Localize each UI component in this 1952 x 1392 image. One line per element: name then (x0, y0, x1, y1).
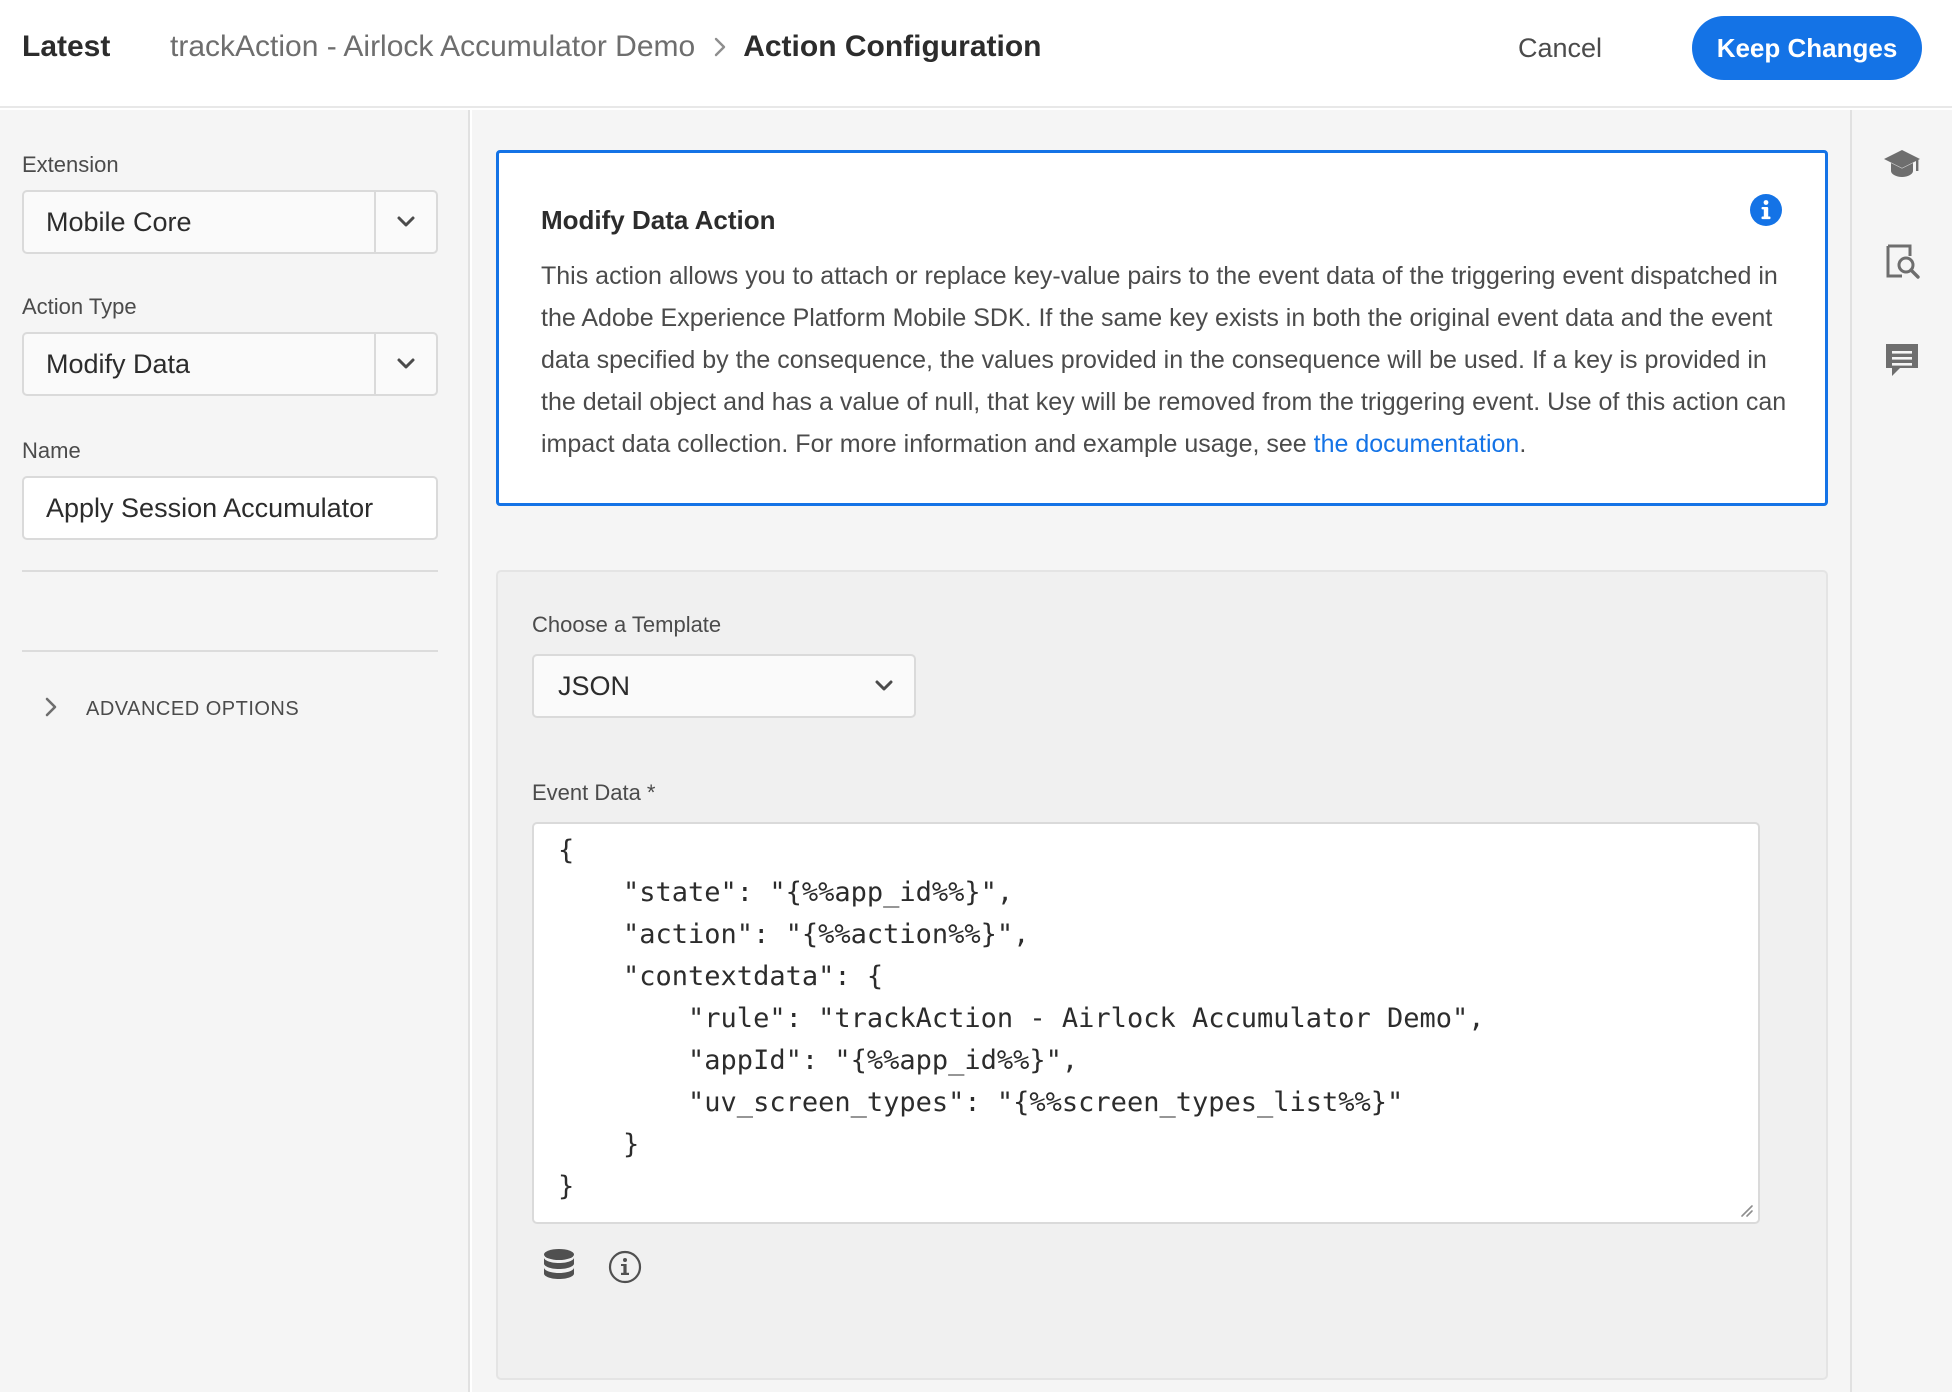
page-title: Action Configuration (743, 30, 1042, 63)
name-input[interactable] (22, 476, 438, 540)
chevron-down-icon[interactable] (374, 192, 436, 252)
action-type-picker[interactable]: Modify Data (22, 332, 438, 396)
advanced-options-label: ADVANCED OPTIONS (86, 698, 300, 720)
breadcrumb-rule-link[interactable]: trackAction - Airlock Accumulator Demo (170, 30, 695, 64)
help-info-icon[interactable] (608, 1250, 642, 1284)
info-card: Modify Data Action This action allows yo… (496, 150, 1828, 506)
data-element-icon[interactable] (542, 1248, 576, 1284)
learn-icon[interactable] (1882, 144, 1922, 184)
code-line: { (558, 835, 575, 866)
info-icon[interactable] (1749, 193, 1783, 227)
code-line: } (558, 1171, 575, 1202)
preview-icon[interactable] (1882, 242, 1922, 282)
code-line: } (558, 1129, 640, 1160)
right-rail (1850, 110, 1952, 1392)
keep-changes-button[interactable]: Keep Changes (1692, 16, 1922, 80)
top-header: Latest trackAction - Airlock Accumulator… (0, 0, 1952, 108)
advanced-options-toggle[interactable]: ADVANCED OPTIONS (44, 696, 299, 723)
extension-picker[interactable]: Mobile Core (22, 190, 438, 254)
divider (22, 650, 438, 652)
template-picker[interactable]: JSON (532, 654, 916, 718)
action-type-value: Modify Data (46, 348, 191, 379)
code-line: "state": "{%%app_id%%}", (558, 877, 1014, 908)
documentation-link[interactable]: the documentation (1314, 430, 1520, 458)
info-description: This action allows you to attach or repl… (541, 255, 1803, 465)
code-line: "rule": "trackAction - Airlock Accumulat… (558, 1003, 1485, 1034)
info-description-text: This action allows you to attach or repl… (541, 262, 1787, 458)
main-content: Modify Data Action This action allows yo… (472, 110, 1850, 1392)
extension-value: Mobile Core (46, 206, 192, 237)
left-sidebar: Extension Mobile Core Action Type Modify… (0, 110, 470, 1392)
code-line: "uv_screen_types": "{%%screen_types_list… (558, 1087, 1404, 1118)
info-title: Modify Data Action (541, 205, 776, 235)
chevron-down-icon[interactable] (374, 334, 436, 394)
chevron-right-icon (713, 36, 727, 58)
latest-label[interactable]: Latest (22, 30, 110, 64)
event-data-label: Event Data (532, 780, 641, 805)
name-label: Name (22, 438, 81, 463)
divider (22, 570, 438, 572)
resize-handle-icon[interactable] (1738, 1202, 1754, 1218)
template-label: Choose a Template (532, 612, 722, 637)
chevron-down-icon (854, 679, 914, 693)
event-data-label-row: Event Data * (532, 780, 655, 806)
breadcrumb: trackAction - Airlock Accumulator Demo A… (170, 30, 1041, 64)
cancel-button[interactable]: Cancel (1500, 24, 1620, 72)
code-line: "contextdata": { (558, 961, 884, 992)
template-value: JSON (558, 670, 631, 701)
action-type-label: Action Type (22, 294, 137, 319)
extension-label: Extension (22, 152, 119, 177)
configuration-panel: Choose a Template JSON Event Data * { "s… (496, 570, 1828, 1380)
chevron-right-icon (44, 696, 58, 723)
info-description-suffix: . (1519, 430, 1527, 458)
code-line: "action": "{%%action%%}", (558, 919, 1030, 950)
event-data-editor[interactable]: { "state": "{%%app_id%%}", "action": "{%… (532, 822, 1760, 1224)
code-line: "appId": "{%%app_id%%}", (558, 1045, 1079, 1076)
required-marker: * (646, 780, 656, 805)
code-lines: { "state": "{%%app_id%%}", "action": "{%… (534, 824, 1758, 1208)
comment-icon[interactable] (1882, 340, 1922, 380)
